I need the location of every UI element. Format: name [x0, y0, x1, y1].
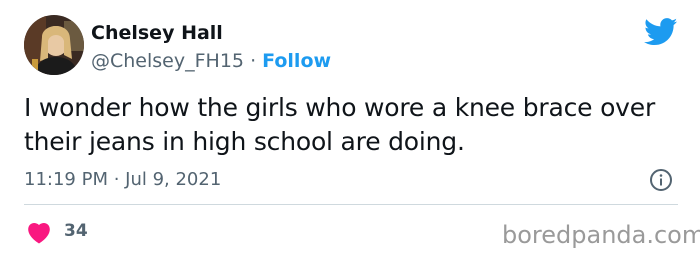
like-count: 34 — [64, 221, 88, 241]
user-handle[interactable]: @Chelsey_FH15 — [91, 50, 244, 72]
tweet-timestamp[interactable]: 11:19 PM · Jul 9, 2021 — [24, 168, 221, 192]
heart-icon[interactable] — [26, 220, 52, 244]
info-icon[interactable] — [649, 168, 673, 192]
follow-button[interactable]: Follow — [262, 50, 331, 72]
watermark: boredpanda.com — [502, 221, 700, 249]
avatar[interactable] — [24, 15, 84, 75]
handle-line: @Chelsey_FH15 · Follow — [91, 49, 331, 73]
handle-separator: · — [250, 50, 257, 72]
tweet-card: Chelsey Hall @Chelsey_FH15 · Follow I wo… — [0, 0, 700, 257]
twitter-bird-icon[interactable] — [644, 18, 678, 46]
divider — [24, 204, 678, 205]
avatar-image — [24, 15, 84, 75]
display-name[interactable]: Chelsey Hall — [91, 21, 223, 45]
tweet-text: I wonder how the girls who wore a knee b… — [24, 93, 656, 156]
